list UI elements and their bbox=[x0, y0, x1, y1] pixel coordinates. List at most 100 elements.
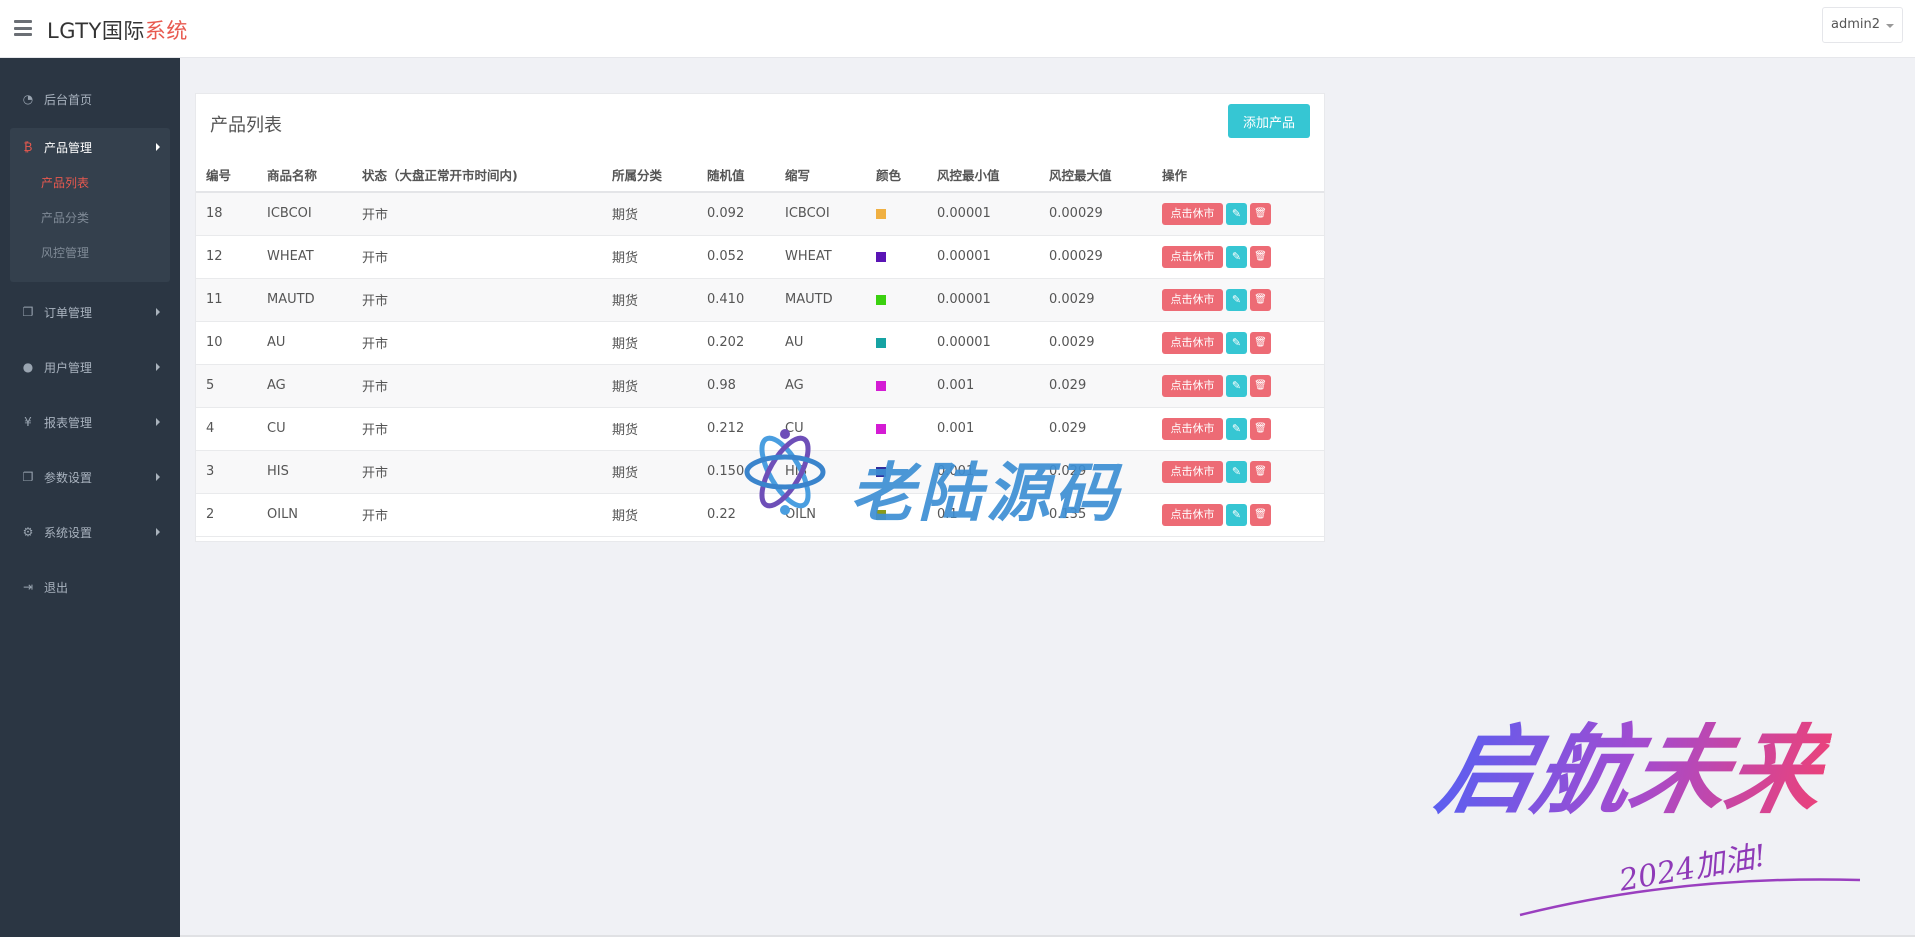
trash-icon[interactable]: 🗑 bbox=[1250, 245, 1271, 268]
trash-icon[interactable]: 🗑 bbox=[1250, 331, 1271, 354]
color-swatch bbox=[876, 509, 886, 520]
pencil-icon[interactable]: ✎ bbox=[1226, 503, 1247, 526]
sidebar-item-params[interactable]: ❐ 参数设置 bbox=[0, 464, 180, 490]
cell-risk-min: 0.00001 bbox=[927, 278, 1039, 322]
cell-category: 期货 bbox=[602, 321, 697, 365]
halt-market-button[interactable]: 点击休市 bbox=[1162, 460, 1223, 483]
color-swatch bbox=[876, 337, 886, 348]
cell-actions: 点击休市 ✎ 🗑 bbox=[1152, 278, 1324, 322]
dashboard-icon: ◔ bbox=[22, 92, 34, 106]
table-row: 12 WHEAT 开市 期货 0.052 WHEAT 0.00001 0.00029 点击休市 ✎… bbox=[196, 235, 1324, 279]
pencil-icon[interactable]: ✎ bbox=[1226, 202, 1247, 225]
cell-id: 4 bbox=[196, 407, 257, 451]
cell-name: WHEAT bbox=[257, 235, 352, 279]
sidebar-item-home[interactable]: ◔ 后台首页 bbox=[0, 86, 180, 112]
cell-color bbox=[866, 321, 927, 365]
trash-icon[interactable]: 🗑 bbox=[1250, 460, 1271, 483]
halt-market-button[interactable]: 点击休市 bbox=[1162, 331, 1223, 354]
cell-actions: 点击休市 ✎ 🗑 bbox=[1152, 321, 1324, 365]
cell-actions: 点击休市 ✎ 🗑 bbox=[1152, 407, 1324, 451]
pencil-icon[interactable]: ✎ bbox=[1226, 288, 1247, 311]
color-swatch bbox=[876, 208, 886, 219]
cell-risk-max: 0.029 bbox=[1039, 450, 1152, 494]
table-header-row: 编号 商品名称 状态（大盘正常开市时间内) 所属分类 随机值 缩写 颜色 风控最小值 风控最大值… bbox=[196, 158, 1324, 193]
cell-risk-min: 0.001 bbox=[927, 364, 1039, 408]
trash-icon[interactable]: 🗑 bbox=[1250, 288, 1271, 311]
cell-risk-max: 0.029 bbox=[1039, 364, 1152, 408]
cell-random: 0.212 bbox=[697, 407, 775, 451]
table-row: 5 AG 开市 期货 0.98 AG 0.001 0.029 点击休市 ✎ 🗑 bbox=[196, 364, 1324, 408]
sidebar-item-system[interactable]: ⚙ 系统设置 bbox=[0, 519, 180, 545]
add-product-button[interactable]: 添加产品 bbox=[1228, 104, 1310, 138]
sidebar-item-users[interactable]: ● 用户管理 bbox=[0, 354, 180, 380]
sidebar-subitem-product-category[interactable]: 产品分类 bbox=[41, 209, 89, 226]
cell-name: CU bbox=[257, 407, 352, 451]
sidebar: ◔ 后台首页 ₿ 产品管理 产品列表 产品分类 风控管理 ❐ 订单管理 ● 用户… bbox=[0, 58, 180, 937]
sidebar-item-products[interactable]: ₿ 产品管理 bbox=[0, 134, 180, 160]
cell-id: 3 bbox=[196, 450, 257, 494]
cell-name: AG bbox=[257, 364, 352, 408]
cell-risk-min: 0.00001 bbox=[927, 321, 1039, 365]
trash-icon[interactable]: 🗑 bbox=[1250, 374, 1271, 397]
sidebar-subitem-product-list[interactable]: 产品列表 bbox=[41, 174, 89, 191]
menu-toggle-icon[interactable] bbox=[14, 20, 32, 36]
chevron-down-icon bbox=[1886, 24, 1894, 28]
trash-icon[interactable]: 🗑 bbox=[1250, 202, 1271, 225]
cell-abbr: MAUTD bbox=[775, 278, 866, 322]
user-name: admin2 bbox=[1830, 17, 1880, 32]
cell-category: 期货 bbox=[602, 235, 697, 279]
cell-risk-min: 0.001 bbox=[927, 407, 1039, 451]
cell-category: 期货 bbox=[602, 278, 697, 322]
cell-category: 期货 bbox=[602, 450, 697, 494]
halt-market-button[interactable]: 点击休市 bbox=[1162, 503, 1223, 526]
copy-icon: ❐ bbox=[22, 305, 34, 319]
page-title: 产品列表 bbox=[210, 115, 282, 136]
cell-actions: 点击休市 ✎ 🗑 bbox=[1152, 192, 1324, 236]
color-swatch bbox=[876, 466, 886, 477]
sidebar-subitem-risk[interactable]: 风控管理 bbox=[41, 244, 89, 261]
copy-icon: ❐ bbox=[22, 470, 34, 484]
halt-market-button[interactable]: 点击休市 bbox=[1162, 202, 1223, 225]
table-row: 4 CU 开市 期货 0.212 CU 0.001 0.029 点击休市 ✎ 🗑 bbox=[196, 407, 1324, 451]
pencil-icon[interactable]: ✎ bbox=[1226, 245, 1247, 268]
sidebar-item-label: 系统设置 bbox=[44, 525, 93, 540]
halt-market-button[interactable]: 点击休市 bbox=[1162, 245, 1223, 268]
top-header: LGTY国际系统 admin2 bbox=[0, 0, 1915, 58]
color-swatch bbox=[876, 251, 886, 262]
sidebar-item-orders[interactable]: ❐ 订单管理 bbox=[0, 299, 180, 325]
cell-id: 10 bbox=[196, 321, 257, 365]
pencil-icon[interactable]: ✎ bbox=[1226, 374, 1247, 397]
cell-name: HIS bbox=[257, 450, 352, 494]
corner-watermark-text: 启航未来 bbox=[1427, 693, 1841, 832]
halt-market-button[interactable]: 点击休市 bbox=[1162, 288, 1223, 311]
column-header: 随机值 bbox=[697, 158, 775, 193]
color-swatch bbox=[876, 294, 886, 305]
chevron-right-icon bbox=[156, 363, 160, 371]
sidebar-item-reports[interactable]: ¥ 报表管理 bbox=[0, 409, 180, 435]
sidebar-item-label: 订单管理 bbox=[44, 305, 93, 320]
user-dropdown[interactable]: admin2 bbox=[1821, 7, 1903, 43]
sidebar-item-label: 退出 bbox=[44, 580, 69, 595]
cell-name: OILN bbox=[257, 493, 352, 537]
table-row: 18 ICBCOI 开市 期货 0.092 ICBCOI 0.00001 0.00029 点击休… bbox=[196, 192, 1324, 236]
chevron-right-icon bbox=[156, 418, 160, 426]
user-icon: ● bbox=[22, 360, 34, 374]
halt-market-button[interactable]: 点击休市 bbox=[1162, 417, 1223, 440]
corner-watermark-subtext: 2024加油! bbox=[1616, 838, 1769, 899]
trash-icon[interactable]: 🗑 bbox=[1250, 417, 1271, 440]
column-header: 颜色 bbox=[866, 158, 927, 193]
cell-random: 0.150 bbox=[697, 450, 775, 494]
column-header: 操作 bbox=[1152, 158, 1324, 193]
cell-color bbox=[866, 192, 927, 236]
cell-risk-min: 0.001 bbox=[927, 450, 1039, 494]
halt-market-button[interactable]: 点击休市 bbox=[1162, 374, 1223, 397]
sidebar-item-logout[interactable]: ⇥ 退出 bbox=[0, 574, 180, 600]
pencil-icon[interactable]: ✎ bbox=[1226, 417, 1247, 440]
cell-risk-max: 0.0029 bbox=[1039, 321, 1152, 365]
bitcoin-icon: ₿ bbox=[23, 140, 33, 154]
trash-icon[interactable]: 🗑 bbox=[1250, 503, 1271, 526]
pencil-icon[interactable]: ✎ bbox=[1226, 460, 1247, 483]
cell-id: 18 bbox=[196, 192, 257, 236]
pencil-icon[interactable]: ✎ bbox=[1226, 331, 1247, 354]
chevron-right-icon bbox=[156, 473, 160, 481]
